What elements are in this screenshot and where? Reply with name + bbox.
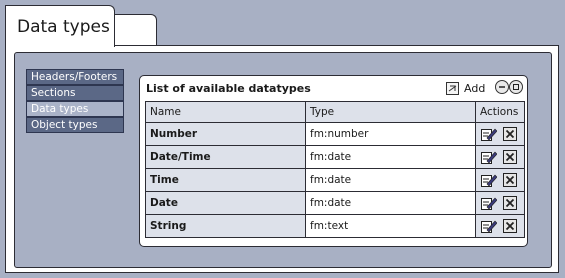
- table-row: Date fm:date: [145, 191, 525, 215]
- edit-pencil-icon[interactable]: [481, 219, 497, 233]
- edit-pencil-icon[interactable]: [481, 196, 497, 210]
- delete-x-icon[interactable]: [503, 150, 519, 164]
- column-header-name[interactable]: Name: [145, 101, 306, 123]
- row-name: Date/Time: [145, 145, 306, 169]
- square-circle-icon[interactable]: [509, 80, 523, 94]
- delete-x-icon[interactable]: [503, 219, 519, 233]
- edit-pencil-icon[interactable]: [481, 150, 497, 164]
- table-row: String fm:text: [145, 214, 525, 238]
- row-actions: [475, 214, 525, 238]
- delete-x-icon[interactable]: [503, 127, 519, 141]
- row-name: Number: [145, 122, 306, 146]
- menu-item-data-types[interactable]: Data types: [26, 101, 124, 117]
- add-icon: [446, 81, 459, 95]
- column-header-actions: Actions: [475, 101, 525, 123]
- table-header-row: Name Type Actions: [145, 101, 525, 123]
- row-type: fm:number: [305, 122, 476, 146]
- row-type: fm:text: [305, 214, 476, 238]
- datatypes-list-panel: List of available datatypes Add Name Typ…: [139, 75, 528, 247]
- menu-item-sections[interactable]: Sections: [26, 85, 124, 101]
- delete-x-icon[interactable]: [503, 196, 519, 210]
- row-actions: [475, 122, 525, 146]
- row-name: String: [145, 214, 306, 238]
- row-actions: [475, 145, 525, 169]
- row-type: fm:date: [305, 191, 476, 215]
- row-actions: [475, 191, 525, 215]
- row-name: Date: [145, 191, 306, 215]
- tab-title: Data types: [17, 17, 110, 37]
- row-type: fm:date: [305, 145, 476, 169]
- row-type: fm:date: [305, 168, 476, 192]
- table-row: Time fm:date: [145, 168, 525, 192]
- table-row: Number fm:number: [145, 122, 525, 146]
- menu-item-headers-footers[interactable]: Headers/Footers: [26, 69, 124, 85]
- column-header-type[interactable]: Type: [305, 101, 476, 123]
- tab-data-types[interactable]: Data types: [5, 5, 115, 47]
- table-row: Date/Time fm:date: [145, 145, 525, 169]
- add-button[interactable]: Add: [446, 81, 485, 95]
- side-menu: Headers/Footers Sections Data types Obje…: [26, 69, 124, 133]
- datatypes-table: Name Type Actions Number fm:number Date/…: [145, 101, 525, 238]
- minus-circle-icon[interactable]: [495, 80, 509, 94]
- add-label: Add: [464, 81, 486, 95]
- edit-pencil-icon[interactable]: [481, 127, 497, 141]
- list-header: List of available datatypes Add: [140, 76, 527, 100]
- list-title: List of available datatypes: [146, 82, 311, 95]
- row-name: Time: [145, 168, 306, 192]
- row-actions: [475, 168, 525, 192]
- delete-x-icon[interactable]: [503, 173, 519, 187]
- menu-item-object-types[interactable]: Object types: [26, 117, 124, 133]
- edit-pencil-icon[interactable]: [481, 173, 497, 187]
